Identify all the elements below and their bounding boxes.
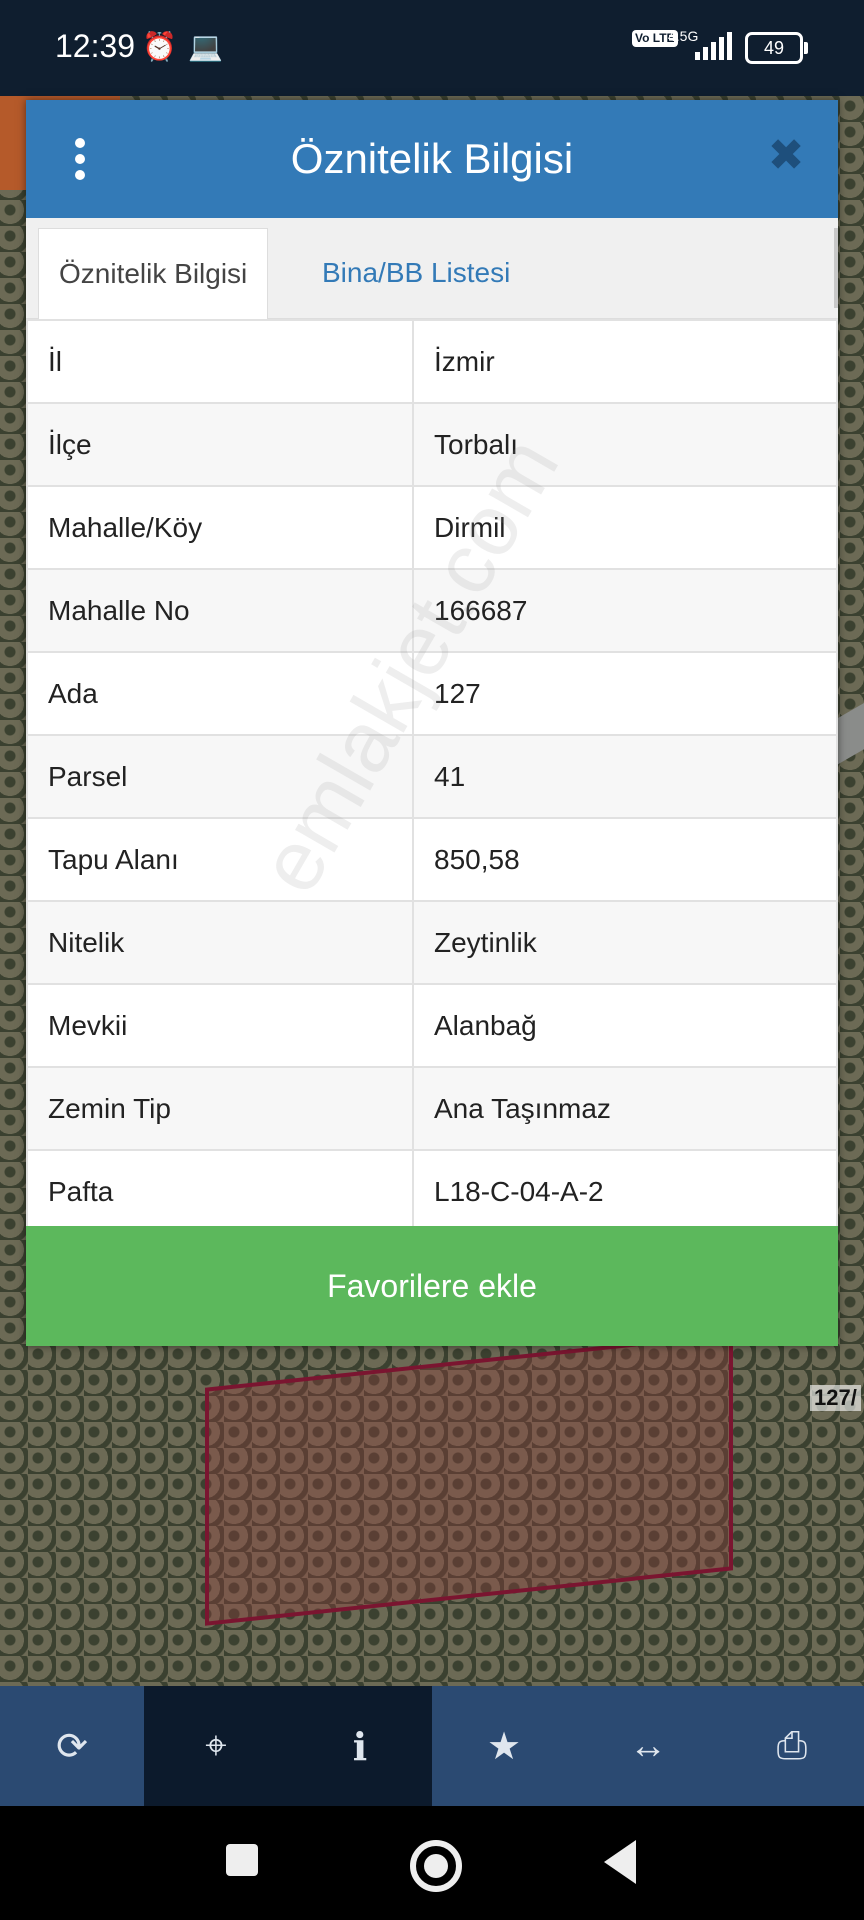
row-value: Zeytinlik bbox=[412, 900, 838, 985]
star-icon[interactable]: ★ bbox=[432, 1686, 576, 1806]
close-icon[interactable]: ✖ bbox=[756, 126, 816, 186]
modal-title: Öznitelik Bilgisi bbox=[290, 135, 574, 182]
row-key: İlçe bbox=[26, 402, 414, 487]
row-key: Nitelik bbox=[26, 900, 414, 985]
row-value: Alanbağ bbox=[412, 983, 838, 1068]
measure-icon[interactable]: ↔ bbox=[576, 1686, 720, 1806]
row-key: Ada bbox=[26, 651, 414, 736]
table-row: İlçe Torbalı bbox=[26, 402, 838, 487]
parcel-outline[interactable] bbox=[205, 1332, 733, 1626]
home-icon[interactable] bbox=[410, 1840, 462, 1892]
back-icon[interactable] bbox=[604, 1840, 636, 1884]
attribute-table: İl İzmir İlçe Torbalı Mahalle/Köy Dirmil Ma… bbox=[26, 319, 838, 1234]
table-row: Ada 127 bbox=[26, 651, 838, 736]
row-value: Torbalı bbox=[412, 402, 838, 487]
map-toolbar: ⟳ ⌖ i ★ ↔ ⎙ bbox=[0, 1686, 864, 1806]
row-key: Mevkii bbox=[26, 983, 414, 1068]
crosshair-icon[interactable]: ⌖ bbox=[144, 1686, 288, 1806]
tab-attribute-info[interactable]: Öznitelik Bilgisi bbox=[38, 228, 269, 319]
row-key: Parsel bbox=[26, 734, 414, 819]
row-value: 850,58 bbox=[412, 817, 838, 902]
modal-header: Öznitelik Bilgisi ✖ bbox=[26, 100, 838, 218]
recents-icon[interactable] bbox=[226, 1844, 258, 1876]
table-row: İl İzmir bbox=[26, 319, 838, 404]
table-row: Zemin Tip Ana Taşınmaz bbox=[26, 1066, 838, 1151]
status-bar: 12:39 ⏰ 💻 Vo LTE 4.5G 49 bbox=[0, 0, 864, 96]
status-time: 12:39 bbox=[55, 28, 136, 64]
signal-icon bbox=[695, 32, 732, 60]
row-value: L18-C-04-A-2 bbox=[412, 1149, 838, 1234]
add-to-favorites-button[interactable]: Favorilere ekle bbox=[26, 1226, 838, 1346]
refresh-icon[interactable]: ⟳ bbox=[0, 1686, 144, 1806]
table-row: Mahalle No 166687 bbox=[26, 568, 838, 653]
battery-icon: 49 bbox=[745, 32, 808, 64]
print-icon[interactable]: ⎙ bbox=[720, 1686, 864, 1806]
row-value: 166687 bbox=[412, 568, 838, 653]
info-icon[interactable]: i bbox=[288, 1686, 432, 1806]
row-key: Mahalle No bbox=[26, 568, 414, 653]
row-value: İzmir bbox=[412, 319, 838, 404]
scroll-indicator bbox=[834, 228, 838, 308]
row-key: Pafta bbox=[26, 1149, 414, 1234]
row-key: İl bbox=[26, 319, 414, 404]
system-nav-bar bbox=[0, 1806, 864, 1920]
tab-bar: Öznitelik Bilgisi Bina/BB Listesi bbox=[26, 218, 838, 319]
row-key: Tapu Alanı bbox=[26, 817, 414, 902]
row-value: 127 bbox=[412, 651, 838, 736]
laptop-icon: 💻 bbox=[188, 31, 223, 62]
row-value: Dirmil bbox=[412, 485, 838, 570]
network-type: 4.5G bbox=[668, 28, 699, 44]
alarm-icon: ⏰ bbox=[142, 31, 177, 62]
table-row: Mahalle/Köy Dirmil bbox=[26, 485, 838, 570]
row-key: Mahalle/Köy bbox=[26, 485, 414, 570]
map-parcel-label: 127/ bbox=[810, 1385, 861, 1411]
row-key: Zemin Tip bbox=[26, 1066, 414, 1151]
row-value: 41 bbox=[412, 734, 838, 819]
tab-building-list[interactable]: Bina/BB Listesi bbox=[302, 228, 530, 318]
table-row: Parsel 41 bbox=[26, 734, 838, 819]
table-row: Pafta L18-C-04-A-2 bbox=[26, 1149, 838, 1234]
attribute-info-modal: Öznitelik Bilgisi ✖ Öznitelik Bilgisi Bi… bbox=[26, 100, 838, 1346]
table-row: Tapu Alanı 850,58 bbox=[26, 817, 838, 902]
table-row: Nitelik Zeytinlik bbox=[26, 900, 838, 985]
table-row: Mevkii Alanbağ bbox=[26, 983, 838, 1068]
row-value: Ana Taşınmaz bbox=[412, 1066, 838, 1151]
